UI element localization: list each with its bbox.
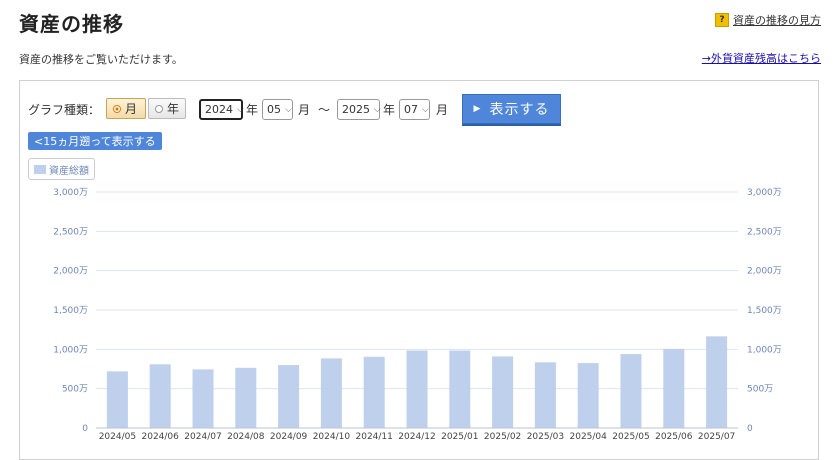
x-tick-label: 2024/11	[356, 432, 393, 442]
x-tick-label: 2024/06	[142, 432, 180, 442]
y-tick-label-left: 2,500万	[53, 227, 88, 237]
y-tick-label-right: 1,500万	[747, 306, 782, 316]
x-tick-label: 2024/12	[398, 432, 435, 442]
x-tick-label: 2024/05	[99, 432, 136, 442]
bar	[620, 354, 642, 428]
y-tick-label-right: 2,500万	[747, 227, 782, 237]
bar	[149, 364, 171, 428]
bar	[363, 356, 385, 428]
y-tick-label-left: 0	[82, 424, 88, 434]
y-tick-label-left: 2,000万	[53, 267, 88, 277]
bar	[106, 371, 128, 428]
bar	[706, 336, 728, 428]
y-tick-label-right: 500万	[747, 385, 773, 395]
x-tick-label: 2025/04	[570, 432, 608, 442]
bar	[577, 363, 599, 428]
x-tick-label: 2024/10	[313, 432, 351, 442]
y-tick-label-left: 500万	[62, 385, 88, 395]
x-tick-label: 2025/03	[527, 432, 564, 442]
bar	[320, 358, 342, 428]
bar	[534, 362, 556, 428]
x-tick-label: 2024/09	[270, 432, 308, 442]
x-tick-label: 2025/02	[484, 432, 521, 442]
x-tick-label: 2025/01	[441, 432, 478, 442]
bar	[492, 356, 514, 428]
x-tick-label: 2024/07	[184, 432, 221, 442]
y-tick-label-left: 3,000万	[53, 188, 88, 198]
asset-bar-chart: 0 0 500万 500万 1,000万 1,000万 1,500万 1,500万 2,000万…	[53, 188, 782, 442]
bar	[406, 350, 428, 428]
y-tick-label-right: 2,000万	[747, 267, 782, 277]
y-tick-label-left: 1,000万	[53, 345, 88, 355]
bar	[235, 367, 257, 428]
bar	[449, 350, 471, 428]
x-tick-label: 2025/05	[612, 432, 649, 442]
y-tick-label-right: 3,000万	[747, 188, 782, 198]
y-tick-label-right: 0	[747, 424, 753, 434]
bar	[278, 365, 300, 428]
y-tick-label-right: 1,000万	[747, 345, 782, 355]
y-tick-label-left: 1,500万	[53, 306, 88, 316]
bar	[663, 348, 685, 428]
x-tick-label: 2024/08	[227, 432, 265, 442]
x-tick-label: 2025/07	[698, 432, 735, 442]
x-tick-label: 2025/06	[655, 432, 693, 442]
bar	[192, 369, 214, 428]
